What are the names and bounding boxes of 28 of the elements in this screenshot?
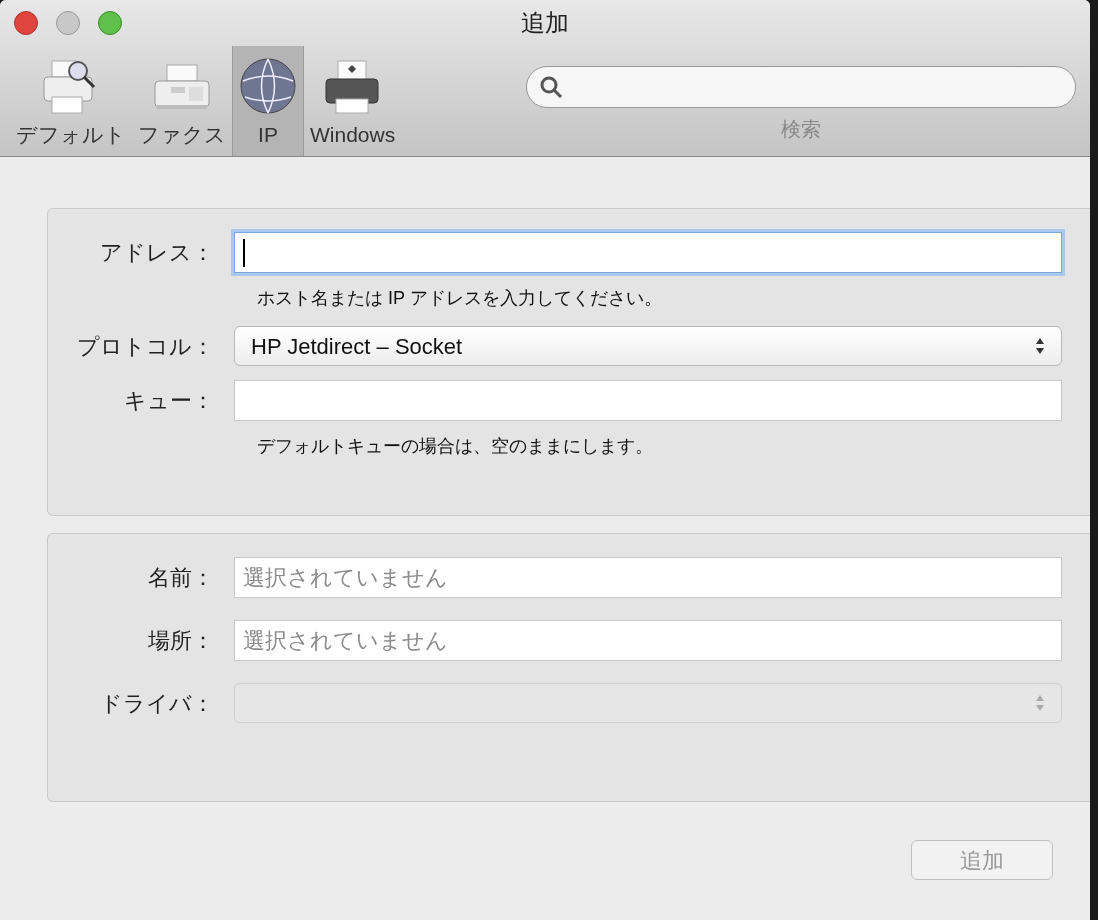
- up-down-arrows-icon: [1035, 694, 1045, 712]
- window-title: 追加: [521, 8, 569, 38]
- close-button[interactable]: [14, 11, 38, 35]
- up-down-arrows-icon: [1035, 337, 1045, 355]
- hint-text: ホスト名または IP アドレスを入力してください。: [257, 287, 663, 310]
- hint-text: デフォルトキューの場合は、空のままにします。: [257, 435, 654, 458]
- toolbar-tab[interactable]: IP: [232, 46, 304, 156]
- field-label: プロトコル：: [76, 332, 215, 361]
- input-field[interactable]: [234, 380, 1062, 421]
- field-label: 名前：: [147, 564, 215, 592]
- search-label: 検索: [781, 117, 821, 142]
- search-field[interactable]: [526, 66, 1076, 108]
- minimize-button[interactable]: [56, 11, 80, 35]
- zoom-button[interactable]: [98, 11, 122, 35]
- input-field[interactable]: 選択されていません: [234, 557, 1062, 598]
- field-label: ドライバ：: [99, 689, 215, 718]
- input-field[interactable]: [234, 232, 1062, 273]
- toolbar-tab[interactable]: デフォルト: [10, 46, 132, 156]
- popup-button[interactable]: HP Jetdirect – Socket: [234, 326, 1062, 366]
- text-cursor: [243, 238, 245, 267]
- field-label: キュー：: [123, 387, 215, 415]
- field-label: アドレス：: [99, 239, 215, 267]
- input-field[interactable]: 選択されていません: [234, 620, 1062, 661]
- toolbar-tab[interactable]: ファクス: [132, 46, 232, 156]
- toolbar-tab[interactable]: Windows: [304, 46, 402, 156]
- search-icon: [539, 75, 563, 99]
- field-label: 場所：: [147, 627, 215, 655]
- globe-icon: [239, 56, 297, 115]
